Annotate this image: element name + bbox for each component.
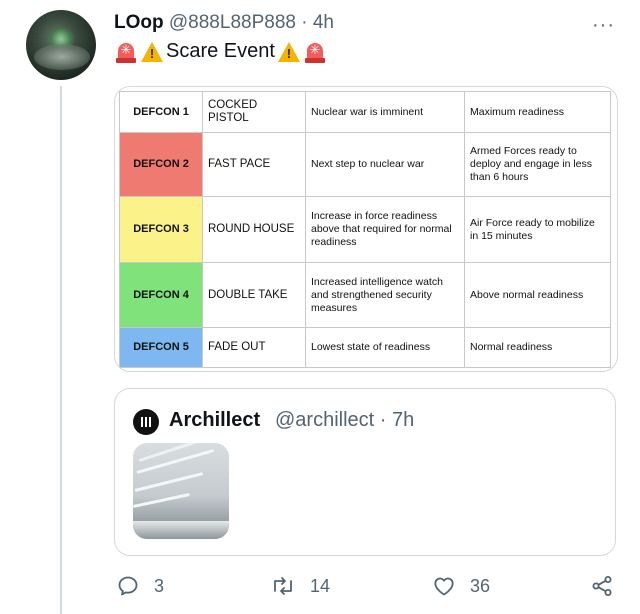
defcon-description: Next step to nuclear war [305, 132, 465, 197]
defcon-level: DEFCON 4 [119, 262, 203, 328]
defcon-description: Nuclear war is imminent [305, 91, 465, 133]
quoted-tweet[interactable]: Archillect @archillect · 7h [114, 388, 616, 556]
like-button[interactable]: 36 [432, 574, 490, 598]
defcon-readiness: Armed Forces ready to deploy and engage … [464, 132, 611, 197]
quoted-time[interactable]: 7h [392, 409, 414, 431]
tweet-text: ✳ ! Scare Event ! ✳ [114, 40, 327, 63]
defcon-table: DEFCON 1 COCKED PISTOL Nuclear war is im… [119, 91, 611, 368]
author-name[interactable]: LOop [114, 12, 164, 33]
share-button[interactable] [590, 574, 614, 598]
defcon-code: FAST PACE [202, 132, 306, 197]
more-options-button[interactable]: ··· [592, 14, 615, 37]
table-row: DEFCON 1 COCKED PISTOL Nuclear war is im… [119, 91, 611, 133]
retweet-count: 14 [310, 575, 331, 596]
defcon-code: FADE OUT [202, 327, 306, 368]
defcon-level: DEFCON 3 [119, 196, 203, 263]
thread-line [60, 86, 62, 614]
defcon-description: Lowest state of readiness [305, 327, 465, 368]
warning-icon: ! [277, 41, 301, 63]
reply-icon [118, 576, 138, 596]
defcon-readiness: Above normal readiness [464, 262, 611, 328]
avatar-smoke [34, 44, 90, 70]
quoted-author-handle[interactable]: @archillect [275, 409, 374, 431]
like-count: 36 [470, 575, 491, 596]
quoted-author-avatar[interactable] [133, 409, 159, 435]
rotating-light-icon: ✳ [303, 41, 327, 63]
defcon-code: COCKED PISTOL [202, 91, 306, 133]
reply-button[interactable]: 3 [116, 574, 164, 598]
author-avatar[interactable] [26, 10, 96, 80]
table-row: DEFCON 4 DOUBLE TAKE Increased intellige… [119, 262, 611, 328]
share-icon [592, 576, 612, 596]
quoted-author-name[interactable]: Archillect [169, 409, 260, 432]
warning-icon: ! [140, 41, 164, 63]
defcon-description: Increased intelligence watch and strengt… [305, 262, 465, 328]
defcon-code: ROUND HOUSE [202, 196, 306, 263]
tweet-image[interactable]: DEFCON 1 COCKED PISTOL Nuclear war is im… [114, 86, 618, 372]
defcon-readiness: Maximum readiness [464, 91, 611, 133]
tweet-actions: 3 14 36 [114, 574, 614, 604]
quoted-separator: · [379, 409, 387, 431]
tweet-time[interactable]: 4h [313, 12, 334, 33]
author-handle[interactable]: @888L88P888 [169, 12, 296, 33]
defcon-description: Increase in force readiness above that r… [305, 196, 465, 263]
tweet-body: Scare Event [166, 40, 275, 62]
heart-icon [434, 577, 454, 596]
quoted-meta: @archillect · 7h [275, 409, 414, 432]
retweet-button[interactable]: 14 [270, 574, 330, 598]
defcon-readiness: Normal readiness [464, 327, 611, 368]
tweet-header: LOop @888L88P888 · 4h [114, 12, 334, 34]
rotating-light-icon: ✳ [114, 41, 138, 63]
retweet-icon [274, 577, 292, 595]
table-row: DEFCON 3 ROUND HOUSE Increase in force r… [119, 196, 611, 263]
defcon-code: DOUBLE TAKE [202, 262, 306, 328]
header-separator: · [301, 12, 308, 33]
defcon-level: DEFCON 2 [119, 132, 203, 197]
defcon-level: DEFCON 5 [119, 327, 203, 368]
quoted-image[interactable] [133, 443, 229, 539]
table-row: DEFCON 5 FADE OUT Lowest state of readin… [119, 327, 611, 368]
reply-count: 3 [154, 575, 165, 596]
defcon-level: DEFCON 1 [119, 91, 203, 133]
defcon-readiness: Air Force ready to mobilize in 15 minute… [464, 196, 611, 263]
table-row: DEFCON 2 FAST PACE Next step to nuclear … [119, 132, 611, 197]
